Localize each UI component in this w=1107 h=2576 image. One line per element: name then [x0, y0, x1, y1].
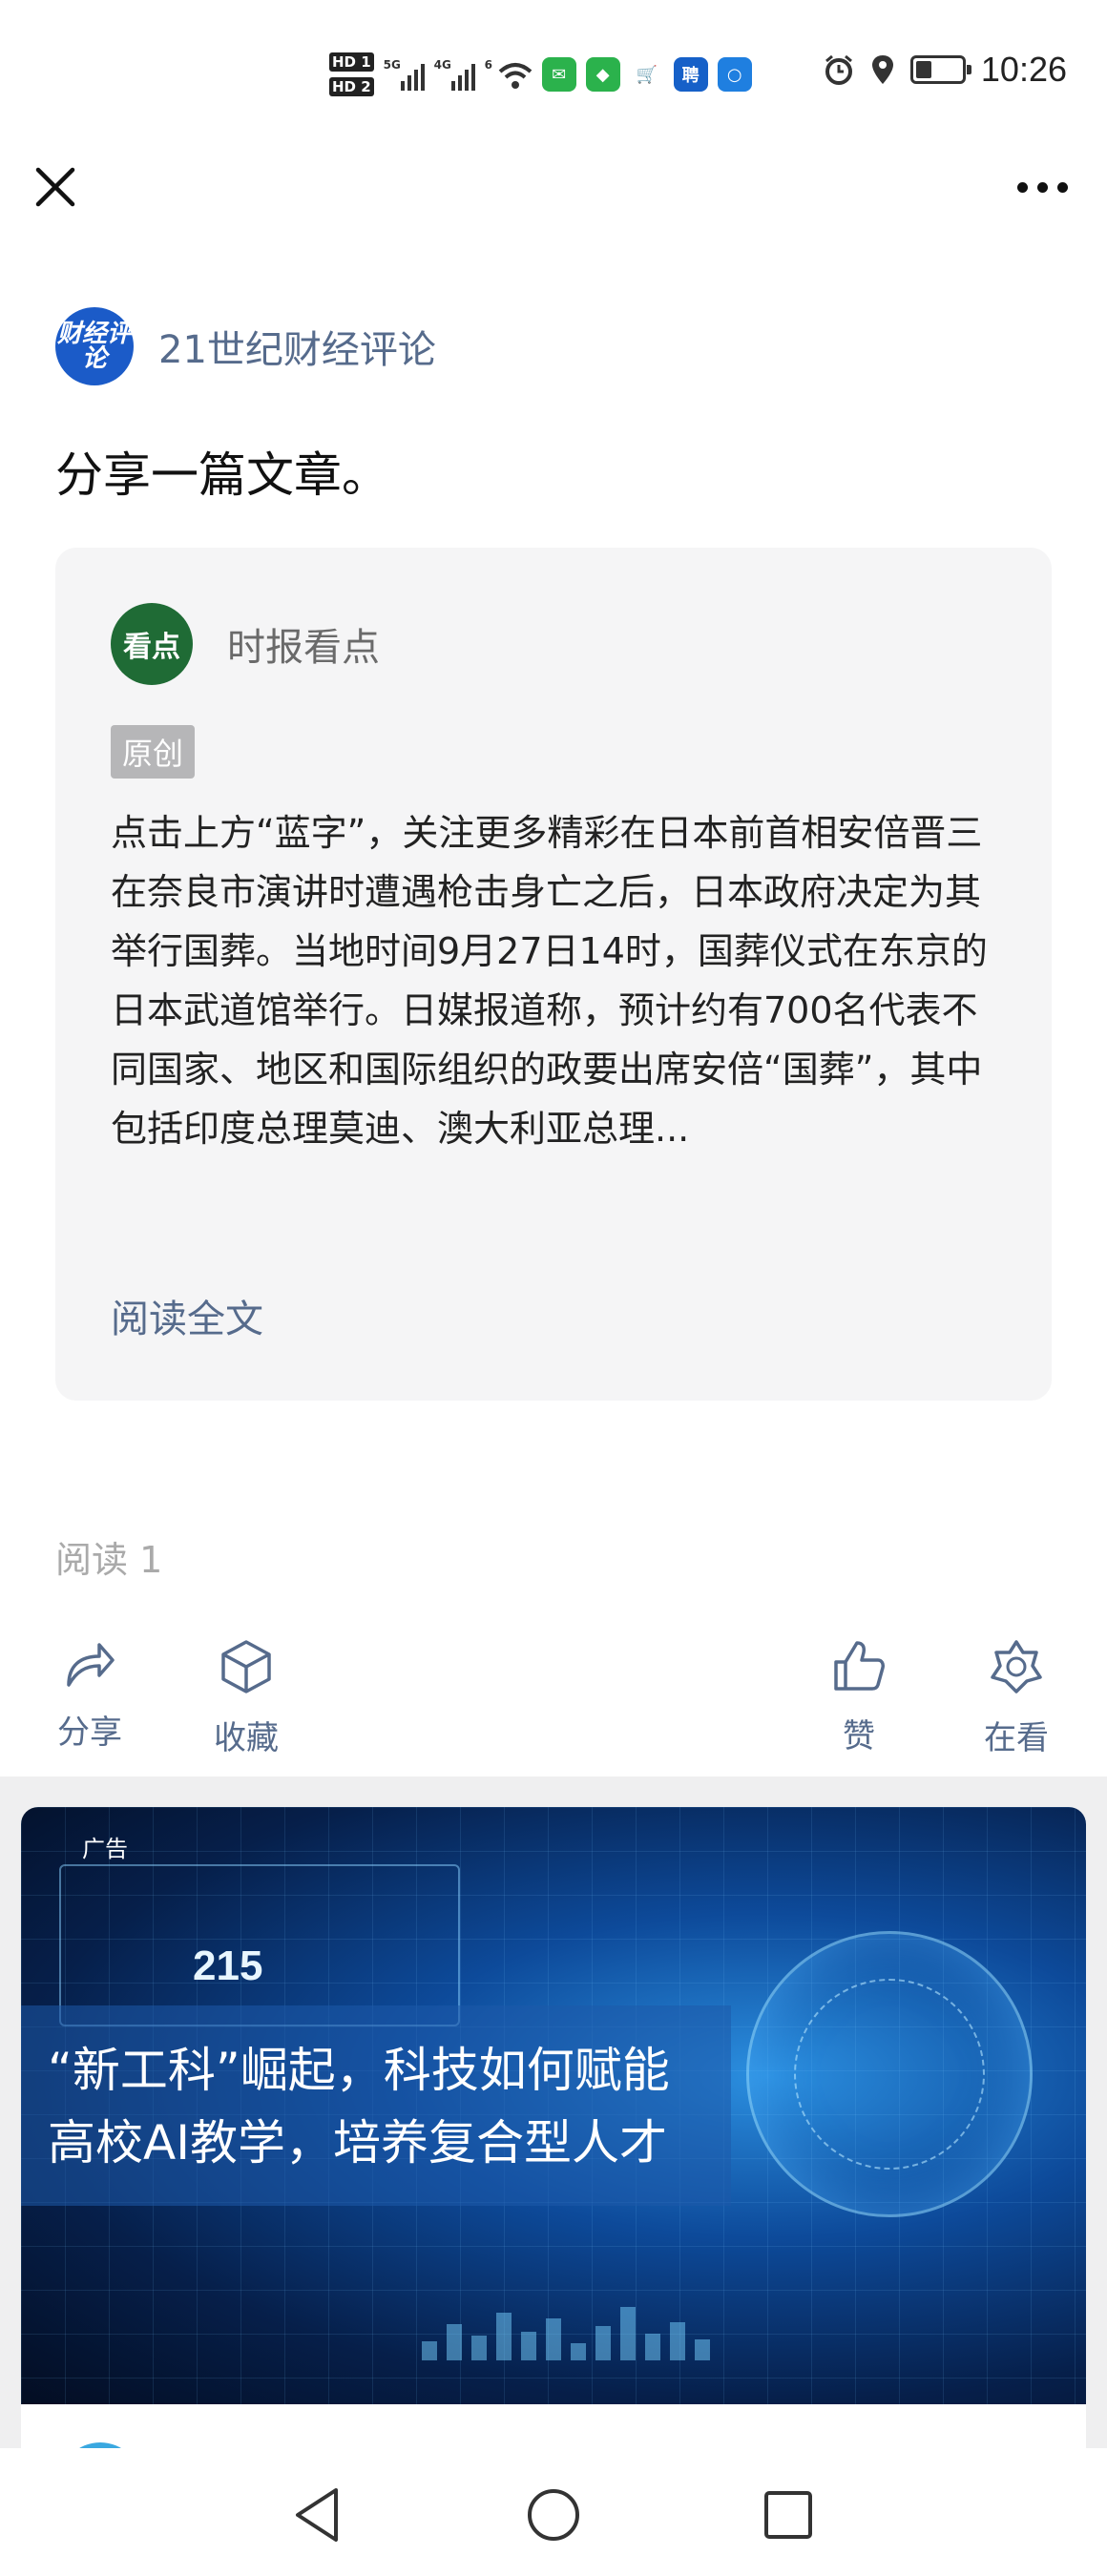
more-dot-icon [1056, 181, 1068, 193]
recents-square-icon [764, 2491, 812, 2539]
wifi-label: 6 [484, 58, 493, 72]
more-dot-icon [1036, 181, 1048, 193]
ad-bars-graphic [422, 2303, 994, 2360]
ad-headline-line1: “新工科”崛起，科技如何赋能 [48, 2043, 670, 2098]
recents-button[interactable] [750, 2477, 826, 2553]
cube-icon [221, 1640, 271, 1693]
home-button[interactable] [515, 2477, 592, 2553]
ad-label: 广告 [82, 1836, 128, 1862]
hd-indicators: HD 1 HD 2 [329, 52, 374, 96]
ad-headline-line2: 高校AI教学，培养复合型人才 [48, 2115, 667, 2171]
more-options-button[interactable] [1006, 160, 1078, 214]
wow-label: 在看 [984, 1719, 1049, 1757]
author-name[interactable]: 21世纪财经评论 [158, 319, 436, 374]
article-excerpt: 点击上方“蓝字”，关注更多精彩在日本前首相安倍晋三在奈良市演讲时遭遇枪击身亡之后… [111, 812, 988, 1150]
thumbs-up-icon [834, 1641, 885, 1691]
back-triangle-icon [296, 2488, 338, 2542]
read-count: 阅读 1 [55, 1539, 163, 1581]
share-icon [67, 1643, 115, 1687]
status-right: 10:26 [823, 50, 1067, 90]
author-avatar[interactable]: 财经评论 [55, 307, 134, 385]
hd2-label: HD 2 [329, 77, 374, 96]
like-label: 赞 [843, 1717, 875, 1755]
recruit-icon: 聘 [673, 57, 708, 92]
signal-4g-label: 4G [433, 58, 451, 72]
signal-5g-label: 5G [383, 58, 401, 72]
favorite-label: 收藏 [214, 1719, 279, 1757]
wifi-icon: 6 [485, 58, 533, 91]
article-source: 看点 时报看点 [111, 603, 380, 685]
source-name: 时报看点 [227, 626, 380, 670]
system-nav-bar [0, 2448, 1107, 2576]
read-full-link[interactable]: 阅读全文 [111, 1288, 263, 1343]
signal-5g-icon: 5G [384, 58, 425, 91]
ad-banner[interactable]: 215 广告 “新工科”崛起，科技如何赋能 高校AI教学，培养复合型人才 [21, 1807, 1086, 2404]
favorite-button[interactable]: 收藏 [189, 1639, 303, 1758]
back-button[interactable] [279, 2477, 355, 2553]
close-button[interactable] [29, 160, 82, 214]
status-time: 10:26 [980, 50, 1067, 89]
hd1-label: HD 1 [329, 52, 374, 72]
cart-icon: 🛒 [636, 64, 658, 85]
share-label: 分享 [57, 1714, 122, 1752]
wechat-pay-icon: ◆ [585, 57, 620, 92]
wow-button[interactable]: 在看 [959, 1639, 1074, 1758]
more-dot-icon [1016, 181, 1028, 193]
status-bar: HD 1 HD 2 5G 4G 6 ✉ ◆ 🛒 聘 ○ 10:26 [0, 0, 1107, 143]
ad-globe-ring [794, 1979, 985, 2170]
source-logo: 看点 [111, 603, 193, 685]
original-badge: 原创 [111, 725, 196, 779]
bulb-icon: ○ [717, 57, 752, 92]
wechat-icon: ✉ [541, 57, 576, 92]
ad-hud-number: 215 [193, 1942, 263, 1989]
author-row[interactable]: 财经评论 21世纪财经评论 [55, 307, 436, 385]
location-icon [871, 55, 893, 84]
battery-icon [909, 55, 971, 84]
share-button[interactable]: 分享 [32, 1639, 147, 1753]
alarm-icon [825, 54, 852, 85]
like-button[interactable]: 赞 [802, 1639, 916, 1756]
shared-article-card[interactable]: 看点 时报看点 原创 点击上方“蓝字”，关注更多精彩在日本前首相安倍晋三在奈良市… [55, 548, 1052, 1401]
wow-flower-icon [991, 1640, 1042, 1693]
signal-4g-icon: 4G [434, 58, 475, 91]
close-icon [35, 167, 75, 207]
status-icons: HD 1 HD 2 5G 4G 6 ✉ ◆ 🛒 聘 ○ [329, 46, 752, 103]
share-message: 分享一篇文章。 [55, 447, 389, 503]
home-circle-icon [528, 2489, 579, 2541]
